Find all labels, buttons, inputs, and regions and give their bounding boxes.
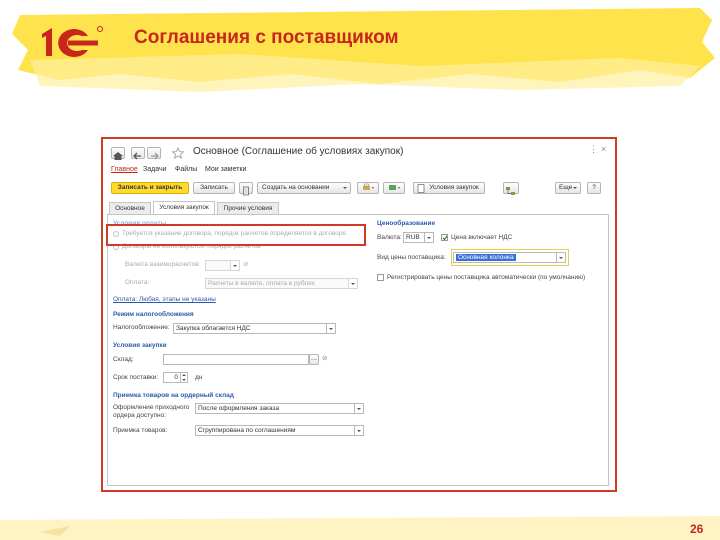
- page-number: 26: [690, 522, 704, 536]
- more-label: Еще: [559, 184, 573, 191]
- nav-tab-tasks[interactable]: Задачи: [143, 166, 167, 173]
- nav-tab-notes[interactable]: Мои заметки: [205, 166, 246, 173]
- payment-label: Оплата:: [125, 279, 150, 286]
- back-button[interactable]: [131, 147, 145, 160]
- receipt-order-dropdown[interactable]: [355, 403, 364, 414]
- pricing-section: Ценообразование: [377, 220, 436, 227]
- checkmark-icon: [442, 235, 448, 241]
- header-banner: [12, 8, 715, 92]
- purchase-terms-label: Условия закупок: [429, 184, 479, 191]
- receipt-order-label-line2: ордера доступно:: [113, 412, 167, 419]
- register-prices-label: Регистрировать цены поставщика автоматич…: [387, 274, 586, 281]
- logo-1c-icon: [42, 26, 103, 57]
- highlight-box: [106, 224, 366, 246]
- warehouse-input[interactable]: [163, 354, 309, 365]
- currency-label: Валюта:: [377, 234, 402, 241]
- vat-included-label: Цена включает НДС: [451, 234, 513, 241]
- payment-input[interactable]: Расчеты в валюте, оплата в рублях: [205, 278, 349, 289]
- delivery-unit: дн: [195, 374, 203, 381]
- receipt-section: Приемка товаров на ордерный склад: [113, 392, 234, 399]
- chevron-down-icon: [343, 187, 347, 189]
- register-prices-checkbox[interactable]: [377, 274, 384, 281]
- tab-other-terms[interactable]: Прочие условия: [217, 202, 279, 214]
- slide-title: Соглашения с поставщиком: [134, 27, 399, 48]
- vat-included-checkbox[interactable]: [441, 234, 448, 241]
- receipt-order-label-line1: Оформление приходного: [113, 404, 190, 411]
- arrow-right-icon: [151, 152, 159, 160]
- form-title: Основное (Соглашение об условиях закупок…: [193, 146, 404, 157]
- purchase-section: Условия закупки: [113, 342, 167, 349]
- link-icon[interactable]: ⊘: [243, 260, 248, 268]
- payment-dropdown[interactable]: [349, 278, 358, 289]
- document-button[interactable]: [239, 182, 253, 196]
- star-icon[interactable]: [171, 147, 185, 159]
- home-button[interactable]: [111, 147, 125, 160]
- delivery-input[interactable]: 0: [163, 372, 181, 383]
- settlement-currency-input[interactable]: [205, 260, 231, 271]
- help-button[interactable]: ?: [587, 182, 601, 194]
- warehouse-select-button[interactable]: …: [309, 354, 319, 365]
- settlement-currency-dropdown[interactable]: [231, 260, 240, 271]
- hierarchy-icon: [506, 187, 515, 195]
- nav-tab-main[interactable]: Главное: [111, 166, 138, 173]
- tab-purchase-terms[interactable]: Условия закупок: [153, 201, 215, 214]
- arrow-left-icon: [133, 152, 141, 160]
- footer-band: [0, 516, 720, 540]
- tax-label: Налогообложение:: [113, 324, 170, 331]
- create-based-label: Создать на основании: [262, 184, 330, 191]
- tax-dropdown[interactable]: [327, 323, 336, 334]
- delivery-label: Срок поставки:: [113, 374, 159, 381]
- nav-tab-files[interactable]: Файлы: [175, 166, 197, 173]
- settlement-currency-label: Валюта взаиморасчетов:: [125, 261, 201, 268]
- more-button[interactable]: Еще: [555, 182, 581, 194]
- structure-button[interactable]: [503, 182, 519, 195]
- reports-icon: [389, 185, 400, 190]
- receipt-goods-dropdown[interactable]: [355, 425, 364, 436]
- price-type-selected-text: Основная колонка: [456, 254, 516, 261]
- price-type-input[interactable]: Основная колонка: [453, 252, 557, 263]
- create-based-button[interactable]: Создать на основании: [257, 182, 351, 194]
- more-icon[interactable]: ⋮: [589, 144, 598, 155]
- reports-button[interactable]: [383, 182, 405, 194]
- delivery-stepper[interactable]: [181, 372, 188, 383]
- close-icon[interactable]: ×: [601, 144, 606, 154]
- chevron-up-icon: [182, 374, 186, 376]
- tax-input[interactable]: Закупка облагается НДС: [173, 323, 327, 334]
- save-and-close-button[interactable]: Записать и закрыть: [111, 182, 189, 194]
- receipt-goods-label: Приемка товаров:: [113, 427, 168, 434]
- document-icon: [243, 186, 249, 196]
- home-icon: [113, 152, 123, 160]
- currency-dropdown[interactable]: [425, 232, 434, 243]
- warehouse-label: Склад:: [113, 356, 134, 363]
- form-screenshot: Основное (Соглашение об условиях закупок…: [101, 137, 617, 492]
- tax-section: Режим налогообложения: [113, 311, 194, 318]
- document-icon: [417, 184, 425, 193]
- link-icon[interactable]: ⊘: [322, 354, 327, 362]
- print-button[interactable]: [357, 182, 379, 194]
- currency-input[interactable]: RUB: [403, 232, 425, 243]
- receipt-order-input[interactable]: После оформления заказа: [195, 403, 355, 414]
- printer-icon: [363, 183, 374, 190]
- price-type-dropdown[interactable]: [557, 252, 566, 263]
- payment-link[interactable]: Оплата: Любая, этапы не указаны: [113, 296, 216, 303]
- price-type-label: Вид цены поставщика:: [377, 254, 446, 261]
- chevron-down-icon: [182, 379, 186, 381]
- save-button[interactable]: Записать: [193, 182, 235, 194]
- forward-button[interactable]: [147, 147, 161, 160]
- purchase-terms-button[interactable]: Условия закупок: [413, 182, 485, 194]
- tab-main[interactable]: Основное: [109, 202, 151, 214]
- receipt-goods-input[interactable]: Сгруппирована по соглашениям: [195, 425, 355, 436]
- chevron-down-icon: [573, 187, 577, 189]
